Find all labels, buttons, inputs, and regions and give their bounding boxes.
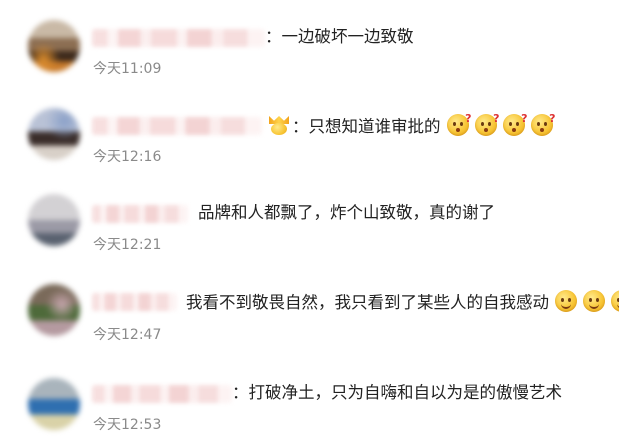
comment-time: 今天12:53 — [93, 417, 162, 433]
username-blurred[interactable] — [92, 205, 188, 223]
username-blurred[interactable] — [92, 29, 265, 47]
comment-item: 我看不到敬畏自然，我只看到了某些人的自我感动 今天12:47 — [0, 272, 619, 352]
avatar[interactable] — [28, 194, 80, 246]
question-face-icon: ? — [502, 112, 528, 136]
question-face-icon: ? — [530, 112, 556, 136]
comment-text: ：只想知道谁审批的 — [292, 117, 441, 136]
smile-face-icon — [555, 290, 577, 312]
comment-text: ：一边破坏一边致敬 — [265, 27, 414, 46]
comment-time: 今天11:09 — [93, 61, 162, 77]
comment-time: 今天12:21 — [93, 237, 162, 253]
avatar[interactable] — [28, 20, 80, 72]
comment-text-line: ：只想知道谁审批的???? — [266, 112, 556, 138]
username-blurred[interactable] — [92, 293, 177, 311]
comment-text: 品牌和人都飘了，炸个山致敬，真的谢了 — [198, 203, 495, 222]
question-face-icon: ? — [446, 112, 472, 136]
comment-item: 品牌和人都飘了，炸个山致敬，真的谢了 今天12:21 — [0, 180, 619, 260]
comment-text-line: 我看不到敬畏自然，我只看到了某些人的自我感动 — [186, 290, 619, 314]
avatar[interactable] — [28, 108, 80, 160]
comment-time: 今天12:16 — [93, 149, 162, 165]
comment-time: 今天12:47 — [93, 327, 162, 343]
comment-item: ：一边破坏一边致敬 今天11:09 — [0, 10, 619, 90]
comment-item: ：打破净土，只为自嗨和自以为是的傲慢艺术 今天12:53 — [0, 362, 619, 442]
question-face-icon: ? — [474, 112, 500, 136]
comment-item: ：只想知道谁审批的???? 今天12:16 — [0, 92, 619, 172]
smile-face-icon — [583, 290, 605, 312]
username-blurred[interactable] — [92, 385, 232, 403]
crown-emoji-icon — [268, 115, 290, 135]
comment-text: ：打破净土，只为自嗨和自以为是的傲慢艺术 — [232, 383, 562, 402]
avatar[interactable] — [28, 378, 80, 430]
username-blurred[interactable] — [92, 117, 262, 135]
smile-face-icon — [611, 290, 619, 312]
avatar[interactable] — [28, 284, 80, 336]
comment-text: 我看不到敬畏自然，我只看到了某些人的自我感动 — [186, 293, 549, 312]
